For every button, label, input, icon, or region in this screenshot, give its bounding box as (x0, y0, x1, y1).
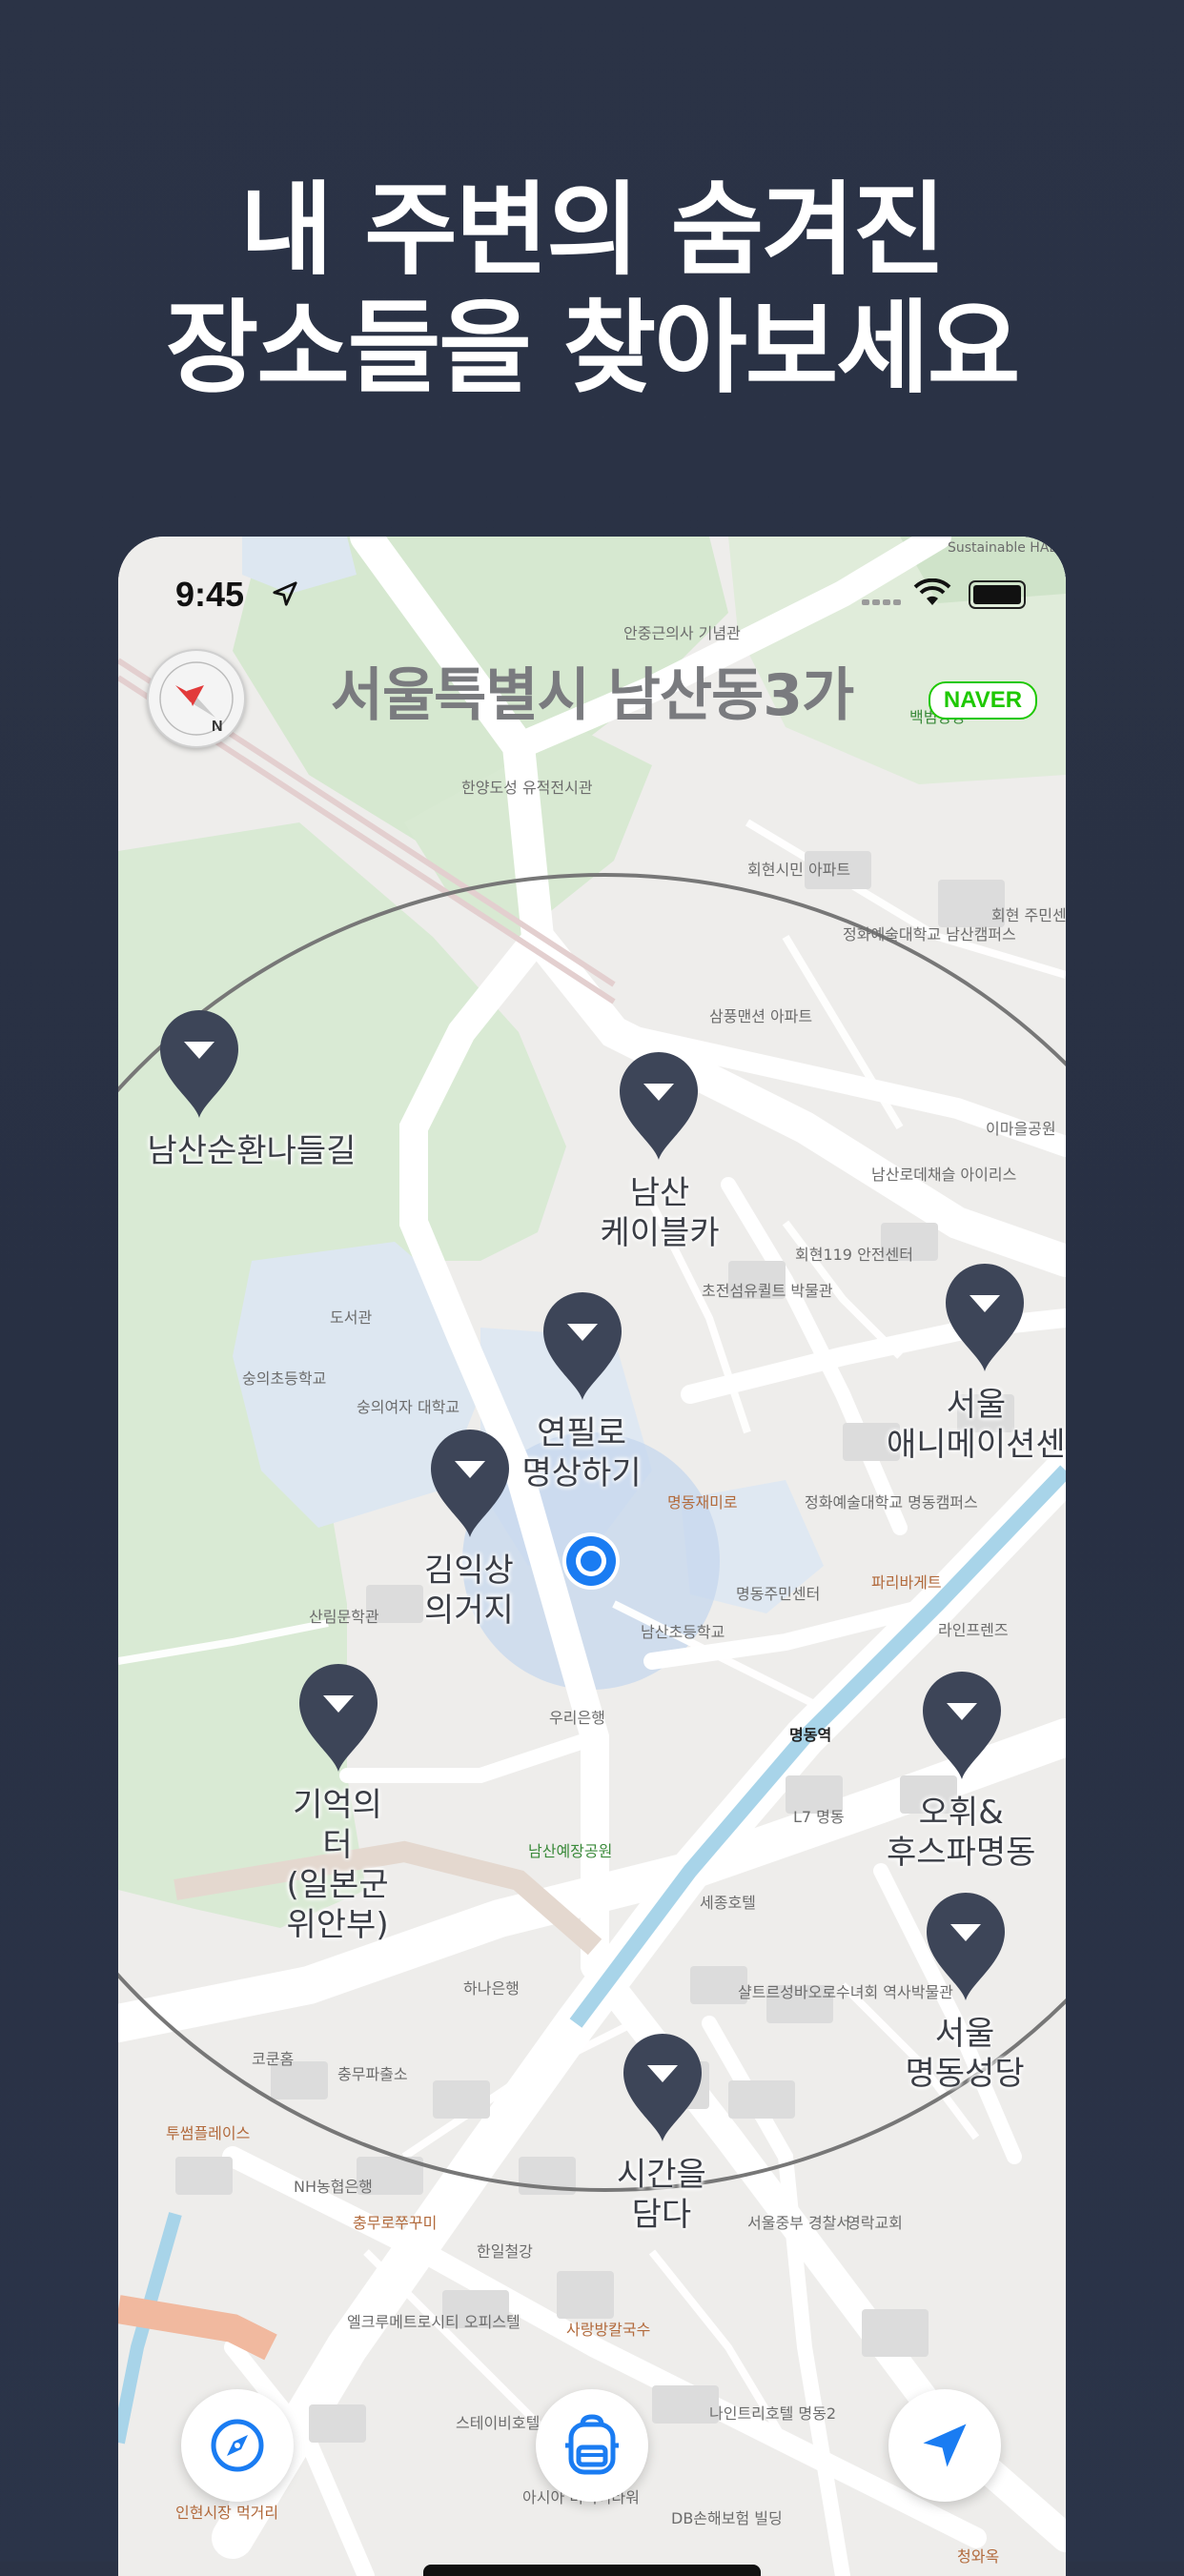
place-pin[interactable] (919, 1667, 1005, 1781)
map-label: 남산초등학교 (641, 1623, 725, 1641)
battery-icon (969, 580, 1026, 609)
map-label: 한양도성 유적전시관 (461, 779, 593, 797)
navigation-arrow-icon (923, 2424, 967, 2467)
map-label: 도서관 (330, 1308, 373, 1327)
compass-icon (211, 2419, 264, 2472)
map-label: NH농협은행 (294, 2178, 373, 2196)
backpack-icon (565, 2414, 619, 2475)
map-label: 충무로쭈꾸미 (353, 2214, 438, 2232)
place-pin[interactable] (923, 1888, 1009, 2002)
map-label: 라인프렌즈 (938, 1621, 1009, 1639)
place-marker-icon (543, 1292, 622, 1400)
place-pin[interactable] (156, 1005, 242, 1120)
place-marker-icon (160, 1010, 238, 1118)
map-label: 명동재미로 (667, 1493, 738, 1511)
place-pin-label[interactable]: 오휘& 후스파명동 (887, 1793, 1035, 1873)
place-pin-label[interactable]: 기억의 터 (일본군 위안부) (287, 1785, 389, 1945)
place-pin-label[interactable]: 남산 케이블카 (601, 1173, 720, 1253)
place-pin-label[interactable]: 서울 명동성당 (906, 2014, 1025, 2094)
map-label: 명동역 (789, 1726, 832, 1744)
status-time: 9:45 (175, 575, 245, 614)
map-label: L7 명동 (793, 1808, 845, 1826)
map-label: 남산로데채슬 아이리스 (871, 1166, 1017, 1184)
place-pin-label[interactable]: 남산순환나들길 (148, 1131, 357, 1171)
headline-line-1: 내 주변의 숨겨진 (239, 172, 946, 289)
signal-icon (862, 599, 901, 605)
map-label: 산림문학관 (309, 1608, 379, 1626)
place-marker-icon (927, 1893, 1005, 2000)
map-label: 이마을공원 (986, 1120, 1056, 1138)
place-marker-icon (299, 1664, 378, 1772)
map-label: 나인트리호텔 명동2 (709, 2404, 837, 2423)
map-label: 파리바게트 (871, 1573, 942, 1592)
headline: 내 주변의 숨겨진 장소들을 찾아보세요 (0, 172, 1184, 408)
place-marker-icon (620, 1052, 698, 1160)
map-label: 영락교회 (847, 2214, 903, 2232)
place-pin-label[interactable]: 연필로 명상하기 (522, 1413, 642, 1493)
place-marker-icon (623, 2034, 702, 2141)
map-label: 숭의초등학교 (242, 1369, 327, 1388)
location-arrow-icon (273, 581, 297, 606)
map-label: 세종호텔 (700, 1894, 756, 1912)
explore-button[interactable] (181, 2389, 294, 2502)
map-label: 남산예장공원 (528, 1842, 613, 1860)
phone-screen: 안중근의사 기념관 한양도성 유적전시관 회현시민 아파트 정화예술대학교 남산… (118, 537, 1066, 2576)
wifi-icon (913, 578, 951, 605)
place-pin[interactable] (616, 1047, 702, 1162)
map-label: 충무파출소 (337, 2065, 408, 2083)
map-label: 한일철강 (477, 2242, 533, 2261)
map-label: 하나은행 (463, 1979, 520, 1998)
map-label: 인현시장 먹거리 (175, 2504, 279, 2522)
status-bar: 9:45 (118, 537, 1066, 651)
place-pin[interactable] (942, 1259, 1028, 1373)
map-label: 우리은행 (549, 1709, 605, 1727)
map-canvas[interactable] (118, 537, 1066, 2576)
map-label: 초전섬유퀼트 박물관 (702, 1282, 833, 1300)
map-label: 숭의여자 대학교 (357, 1398, 460, 1416)
headline-line-2: 장소들을 찾아보세요 (165, 290, 1021, 407)
home-indicator (423, 2565, 761, 2576)
map-label: DB손해보험 빌딩 (671, 2509, 783, 2527)
map-label: 회현시민 아파트 (747, 861, 851, 879)
place-marker-icon (946, 1264, 1024, 1371)
map-label: 회현 주민센 (991, 906, 1066, 924)
place-pin[interactable] (427, 1425, 513, 1539)
naver-logo[interactable]: NAVER (929, 681, 1037, 720)
collection-button[interactable] (536, 2389, 648, 2502)
map-label: 정화예술대학교 명동캠퍼스 (805, 1493, 978, 1511)
map-label: 투썸플레이스 (166, 2124, 251, 2142)
place-pin-label[interactable]: 시간을 담다 (617, 2155, 706, 2235)
map-label: 엘크루메트로시티 오피스텔 (347, 2313, 521, 2331)
map-label: 서울중부 경찰서 (747, 2214, 851, 2232)
place-pin-label[interactable]: 서울 애니메이션센 (887, 1385, 1066, 1465)
place-pin-label[interactable]: 김익상 의거지 (424, 1551, 514, 1631)
region-title: 서울특별시 남산동3가 (330, 662, 854, 729)
map-label: 회현119 안전센터 (795, 1246, 913, 1264)
map-label: 명동주민센터 (736, 1585, 821, 1603)
map-label: 사랑방칼국수 (566, 2321, 651, 2339)
map-label: 샬트르성바오로수녀회 역사박물관 (738, 1983, 953, 2001)
map-label: 정화예술대학교 남산캠퍼스 (843, 925, 1016, 943)
place-marker-icon (431, 1430, 509, 1537)
place-pin[interactable] (540, 1288, 625, 1402)
place-pin[interactable] (296, 1659, 381, 1774)
map-label: 코쿤홈 (252, 2050, 295, 2068)
locate-me-button[interactable] (888, 2389, 1001, 2502)
map-label: 삼풍맨션 아파트 (709, 1007, 813, 1025)
map-label: 청와옥 (957, 2547, 1000, 2566)
place-pin[interactable] (620, 2029, 705, 2143)
place-marker-icon (923, 1672, 1001, 1779)
